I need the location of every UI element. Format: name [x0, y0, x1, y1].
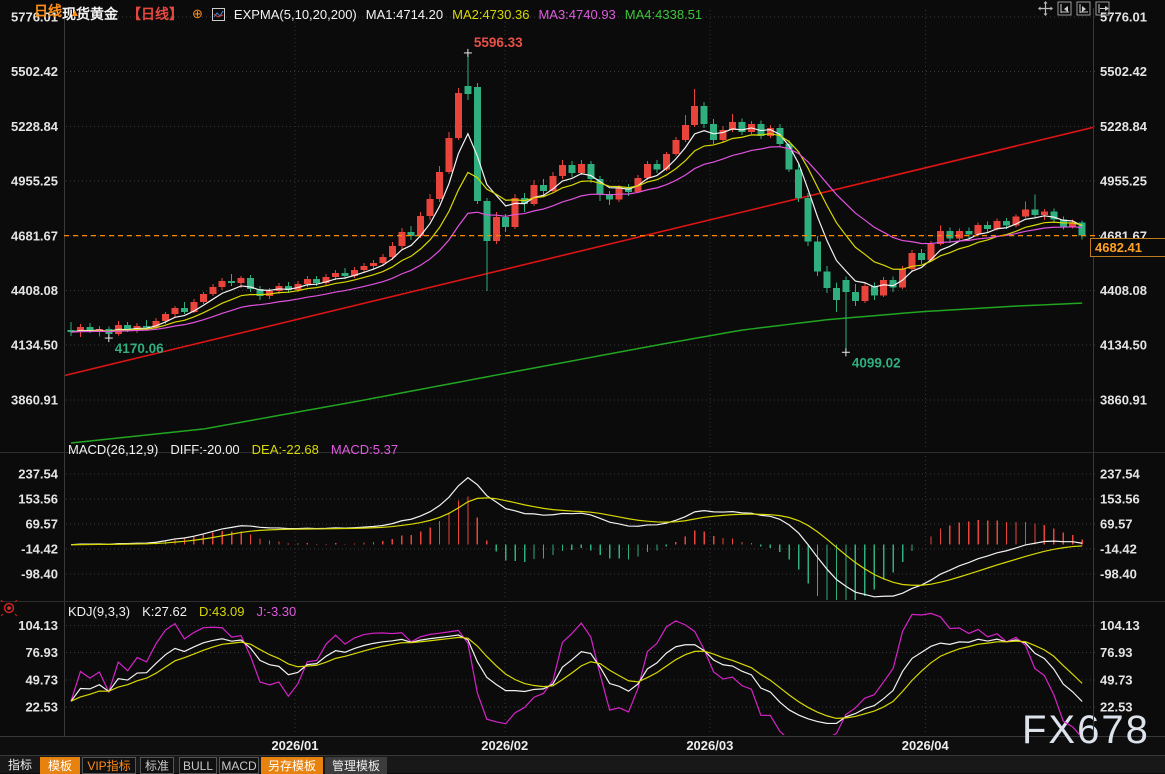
indicator-name[interactable]: EXPMA(5,10,20,200): [234, 7, 357, 22]
kdj-j-value: J:-3.30: [257, 604, 297, 619]
period-selector[interactable]: 日线 ▲: [34, 1, 80, 21]
ma1-value: MA1:4714.20: [366, 7, 443, 22]
tab-save-template[interactable]: 另存模板: [261, 757, 323, 774]
y-axis-label-left: 5502.42: [11, 64, 58, 79]
crosshair-move-icon[interactable]: [1038, 1, 1053, 16]
y-axis-label-right: 104.13: [1100, 618, 1140, 633]
period-label: 日线: [34, 3, 62, 19]
kdj-d-value: D:43.09: [199, 604, 245, 619]
y-axis-label-right: 237.54: [1100, 467, 1141, 482]
price-annotation: 4099.02: [852, 355, 901, 370]
y-axis-label-left: -14.42: [21, 542, 58, 557]
y-axis-label-left: 4408.08: [11, 283, 58, 298]
kdj-k-line: [71, 635, 1082, 723]
chart-type-icon[interactable]: [212, 8, 225, 21]
price-annotation: 5596.33: [474, 35, 523, 50]
y-axis-label-right: 22.53: [1100, 700, 1133, 715]
macd-panel: [71, 478, 1082, 609]
x-axis-label: 2026/02: [481, 738, 528, 753]
bottom-toolbar: 指标 模板 VIP指标 标准 BULL MACD 另存模板 管理模板: [0, 755, 1165, 773]
y-axis-label-left: 22.53: [25, 700, 58, 715]
chart-canvas[interactable]: 2026/01 2026/02 2026/03 2026/04 5596.33 4170.…: [0, 0, 1165, 772]
last-price-tag: 4682.41: [1090, 238, 1165, 257]
x-axis-label: 2026/01: [271, 738, 318, 753]
tab-bull[interactable]: BULL: [179, 757, 217, 774]
period-tag: 【日线】: [127, 4, 183, 24]
y-axis-label-left: 153.56: [18, 492, 58, 507]
tab-macd[interactable]: MACD: [219, 757, 259, 774]
tab-manage-template[interactable]: 管理模板: [325, 757, 387, 774]
y-axis-label-left: 69.57: [25, 517, 58, 532]
y-axis-label-right: 4134.50: [1100, 338, 1147, 353]
tab-indicators[interactable]: 指标: [4, 757, 36, 772]
y-axis-label-left: 5228.84: [11, 119, 59, 134]
y-axis-label-right: 4408.08: [1100, 283, 1147, 298]
y-axis-label-left: -98.40: [21, 567, 58, 582]
target-icon[interactable]: ⊕: [192, 6, 203, 22]
kdj-panel: [71, 613, 1082, 741]
y-axis-label-right: -14.42: [1100, 542, 1137, 557]
y-axis-label-right: -98.40: [1100, 567, 1137, 582]
y-axis-label-left: 237.54: [18, 467, 59, 482]
chart-header: 现货黄金 【日线】 ⊕ EXPMA(5,10,20,200) MA1:4714.…: [62, 4, 702, 24]
y-axis-label-right: 76.93: [1100, 645, 1133, 660]
macd-header: MACD(26,12,9) DIFF:-20.00 DEA:-22.68 MAC…: [68, 442, 398, 457]
price-panel: [64, 53, 1094, 443]
kdj-k-value: K:27.62: [142, 604, 187, 619]
tab-vip-indicators[interactable]: VIP指标: [82, 757, 136, 774]
y-axis-label-right: 5502.42: [1100, 64, 1147, 79]
y-axis-label-right: 5228.84: [1100, 119, 1148, 134]
macd-macd-value: MACD:5.37: [331, 442, 398, 457]
axis-compress-left-icon[interactable]: [1057, 1, 1072, 16]
y-axis-label-right: 153.56: [1100, 492, 1140, 507]
kdj-j-line: [71, 613, 1082, 741]
tab-standard[interactable]: 标准: [140, 757, 174, 774]
ma3-value: MA3:4740.93: [538, 7, 615, 22]
candlestick-series: [68, 53, 1086, 352]
price-annotation: 4170.06: [115, 341, 164, 356]
x-axis-label: 2026/04: [902, 738, 950, 753]
hot-marker-icon: [1, 600, 17, 616]
ma20-line: [71, 147, 1082, 332]
chart-toolbar-icons: [1038, 1, 1110, 16]
axis-restore-icon[interactable]: [1095, 1, 1110, 16]
ma4-value: MA4:4338.51: [625, 7, 702, 22]
macd-diff-value: DIFF:-20.00: [170, 442, 239, 457]
y-axis-label-right: 3860.91: [1100, 392, 1147, 407]
macd-title[interactable]: MACD(26,12,9): [68, 442, 158, 457]
app-window: FX678 2026/012026/022026/032026/045596.3…: [0, 0, 1165, 772]
chevron-up-icon: ▲: [70, 8, 80, 19]
y-axis-label-left: 104.13: [18, 618, 58, 633]
y-axis-label-right: 69.57: [1100, 517, 1133, 532]
kdj-header: KDJ(9,3,3) K:27.62 D:43.09 J:-3.30: [68, 604, 296, 619]
y-axis-label-left: 3860.91: [11, 392, 58, 407]
y-axis-label-left: 4681.67: [11, 228, 58, 243]
y-axis-label-left: 4955.25: [11, 174, 58, 189]
macd-dea-value: DEA:-22.68: [252, 442, 319, 457]
y-axis-label-right: 4955.25: [1100, 174, 1147, 189]
ma5-line: [71, 128, 1082, 332]
y-axis-label-right: 49.73: [1100, 672, 1133, 687]
y-axis-label-left: 76.93: [25, 645, 58, 660]
ma10-line: [71, 134, 1082, 332]
ma200-line: [71, 303, 1082, 443]
x-axis-label: 2026/03: [686, 738, 733, 753]
y-axis-label-left: 49.73: [25, 672, 58, 687]
kdj-d-line: [71, 637, 1082, 718]
kdj-title[interactable]: KDJ(9,3,3): [68, 604, 130, 619]
ma2-value: MA2:4730.36: [452, 7, 529, 22]
y-axis-label-left: 4134.50: [11, 338, 58, 353]
axis-compress-right-icon[interactable]: [1076, 1, 1091, 16]
tab-templates[interactable]: 模板: [40, 757, 80, 774]
